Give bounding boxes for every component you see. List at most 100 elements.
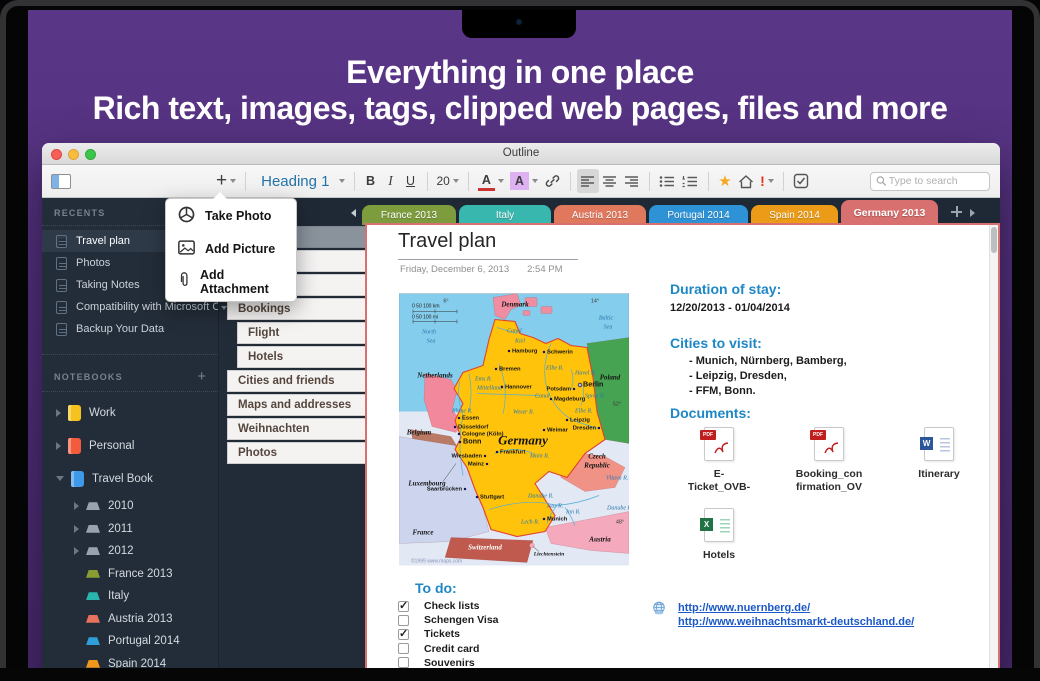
todo-checkbox[interactable]	[398, 601, 409, 612]
document-item[interactable]: WItinerary	[899, 427, 979, 494]
numbered-list-button[interactable]	[679, 169, 702, 193]
menu-item[interactable]: Add Picture	[166, 232, 296, 265]
expand-arrow-icon[interactable]	[56, 476, 64, 481]
page-row-wrap: Maps and addresses	[219, 394, 365, 416]
align-center-button[interactable]	[599, 169, 621, 193]
svg-text:Weimar: Weimar	[547, 428, 569, 434]
scrollbar[interactable]	[989, 225, 998, 668]
text-color-icon: A	[478, 171, 495, 191]
search-box[interactable]	[870, 172, 990, 191]
page-row[interactable]: Photos	[227, 442, 365, 464]
page-row[interactable]: Cities and friends	[227, 370, 365, 392]
scroll-tabs-left-icon[interactable]	[351, 209, 356, 217]
align-right-button[interactable]	[621, 169, 643, 193]
device-bottom-bezel	[0, 668, 1040, 681]
search-input[interactable]	[887, 174, 984, 188]
italic-button[interactable]: I	[381, 169, 401, 193]
picture-icon	[178, 240, 205, 258]
link[interactable]: http://www.weihnachtsmarkt-deutschland.d…	[678, 615, 914, 629]
svg-text:Frankfurt: Frankfurt	[500, 450, 526, 456]
todo-heading: To do:	[415, 580, 457, 596]
home-icon	[738, 174, 754, 189]
todo-checkbox[interactable]	[398, 657, 409, 668]
add-section-button[interactable]	[951, 206, 962, 217]
note-title[interactable]: Travel plan	[398, 230, 496, 253]
add-notebook-button[interactable]: +	[197, 369, 206, 384]
notebook-item[interactable]: 2011	[42, 518, 218, 541]
notebook-item[interactable]: Spain 2014	[42, 653, 218, 669]
recents-item-label: Taking Notes	[76, 279, 140, 291]
svg-text:Spree R.: Spree R.	[585, 394, 605, 400]
page-row[interactable]: Hotels	[237, 346, 365, 368]
notebook-item[interactable]: Portugal 2014	[42, 630, 218, 653]
cities-line: - Munich, Nürnberg, Bamberg,	[689, 354, 847, 369]
numbered-list-icon	[682, 175, 699, 188]
align-left-button[interactable]	[577, 169, 599, 193]
bold-button[interactable]: B	[361, 169, 381, 193]
text-color-dropdown[interactable]: A	[475, 169, 507, 193]
todo-checkbox[interactable]	[398, 629, 409, 640]
word-badge: W	[920, 437, 933, 450]
add-content-button[interactable]: +	[213, 169, 239, 193]
important-tag-dropdown[interactable]: !	[757, 169, 777, 193]
underline-button[interactable]: U	[401, 169, 421, 193]
duration-value: 12/20/2013 - 01/04/2014	[670, 302, 790, 314]
notebooks-list: WorkPersonal Travel Book 20102011 2012 Franc…	[42, 396, 218, 668]
link[interactable]: http://www.nuernberg.de/	[678, 601, 914, 615]
notebook-item[interactable]: Personal	[42, 429, 218, 462]
notebook-item-label: Travel Book	[92, 473, 153, 485]
expand-arrow-icon[interactable]	[74, 525, 79, 533]
document-item[interactable]: PDFE-Ticket_OVB-	[679, 427, 759, 494]
notebook-tab[interactable]: Spain 2014	[751, 205, 838, 225]
expand-arrow-icon[interactable]	[56, 409, 61, 417]
bullet-list-button[interactable]	[656, 169, 679, 193]
todo-checkbox[interactable]	[398, 615, 409, 626]
notebook-item[interactable]: Work	[42, 396, 218, 429]
menu-item[interactable]: Take Photo	[166, 199, 296, 232]
notebook-tab[interactable]: Portugal 2014	[649, 205, 748, 225]
sidebar-toggle-icon[interactable]	[51, 174, 71, 189]
svg-text:Leipzig: Leipzig	[570, 418, 590, 424]
divider	[42, 354, 218, 355]
page-row[interactable]: Flight	[237, 322, 365, 344]
recents-item[interactable]: Backup Your Data	[42, 318, 218, 340]
todo-checkbox-button[interactable]	[790, 169, 812, 193]
document-item[interactable]: XHotels	[679, 508, 759, 562]
document-item[interactable]: PDFBooking_confirmation_OV	[789, 427, 869, 494]
todo-label: Credit card	[424, 643, 479, 655]
favorite-star-button[interactable]: ★	[715, 169, 735, 193]
notebook-tab[interactable]: Austria 2013	[554, 205, 646, 225]
todo-item: Check lists	[398, 599, 499, 613]
menu-item[interactable]: Add Attachment	[166, 265, 296, 298]
svg-text:48°: 48°	[616, 520, 624, 526]
scrollbar-thumb[interactable]	[991, 227, 997, 253]
notebook-item[interactable]: France 2013	[42, 563, 218, 586]
highlight-color-dropdown[interactable]: A	[507, 169, 541, 193]
notebook-tab[interactable]: Italy	[459, 205, 551, 225]
notebook-item[interactable]: Travel Book	[42, 462, 218, 495]
link-list: http://www.nuernberg.de/http://www.weihn…	[678, 601, 914, 629]
notebook-item[interactable]: Italy	[42, 585, 218, 608]
font-size-dropdown[interactable]: 20	[434, 169, 462, 193]
scroll-tabs-right-icon[interactable]	[970, 209, 975, 217]
collapse-chevron-icon[interactable]	[221, 306, 227, 310]
notebook-item-label: 2012	[108, 545, 134, 557]
notebook-tab[interactable]: Germany 2013	[841, 200, 938, 225]
notebook-item[interactable]: 2010	[42, 495, 218, 518]
notebook-item[interactable]: 2012	[42, 540, 218, 563]
page-row[interactable]: Weihnachten	[227, 418, 365, 440]
home-button[interactable]	[735, 169, 757, 193]
device: Everything in one place Rich text, image…	[0, 0, 1040, 681]
page-row[interactable]: Maps and addresses	[227, 394, 365, 416]
note-icon	[56, 235, 67, 248]
insert-link-button[interactable]	[541, 169, 564, 193]
page-row-label: Flight	[248, 327, 279, 339]
expand-arrow-icon[interactable]	[74, 502, 79, 510]
notebook-item[interactable]: Austria 2013	[42, 608, 218, 631]
expand-arrow-icon[interactable]	[74, 547, 79, 555]
expand-arrow-icon[interactable]	[56, 442, 61, 450]
menu-item-label: Add Picture	[205, 242, 275, 256]
todo-checkbox[interactable]	[398, 643, 409, 654]
notebook-tab[interactable]: France 2013	[362, 205, 456, 225]
paragraph-style-dropdown[interactable]: Heading 1	[252, 169, 347, 193]
